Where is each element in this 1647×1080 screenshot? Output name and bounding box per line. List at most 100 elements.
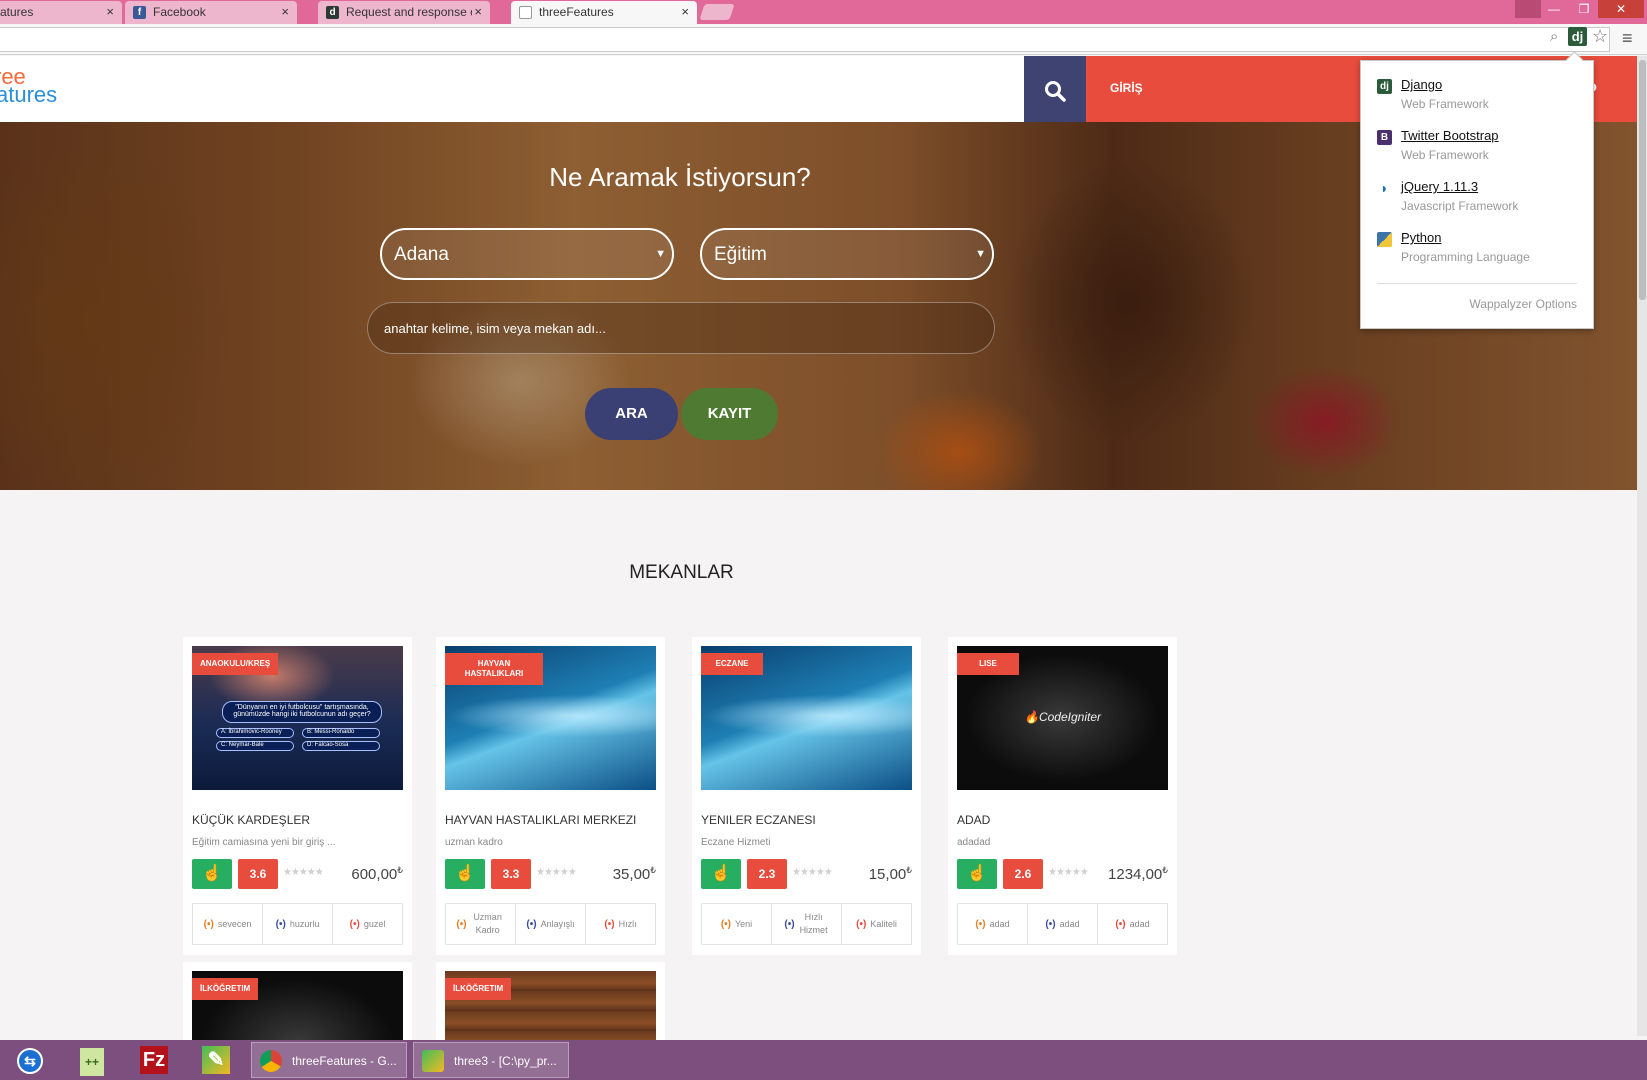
tech-name[interactable]: Python: [1401, 230, 1441, 245]
filezilla-icon[interactable]: Fz: [134, 1044, 174, 1076]
place-title[interactable]: ADAD: [957, 813, 990, 827]
site-logo[interactable]: ree atures: [0, 66, 57, 106]
place-image[interactable]: 🔥CodeIgniter LISE: [957, 646, 1168, 790]
category-tag: İLKÖĞRETIM: [445, 978, 512, 1000]
feature-item: (•) Yeni: [702, 904, 772, 944]
place-card[interactable]: "Dünyanın en iyi futbolcusu" tartışmasın…: [183, 637, 412, 955]
restore-button[interactable]: ❐: [1572, 0, 1596, 18]
place-description: uzman kadro: [445, 837, 503, 848]
feature-list: (•) adad (•) adad (•) adad: [957, 903, 1168, 945]
pycharm-icon[interactable]: ✎: [196, 1044, 236, 1076]
place-image[interactable]: İLKÖĞRETIM: [192, 971, 403, 1042]
feature-icon: (•): [203, 918, 214, 930]
taskbar-pycharm-window[interactable]: three3 - [C:\py_pr...: [413, 1042, 569, 1078]
star-rating[interactable]: ★★★★★: [536, 867, 577, 878]
place-card[interactable]: İLKÖĞRETIM: [436, 962, 665, 1042]
place-title[interactable]: YENILER ECZANESI: [701, 813, 816, 827]
place-card[interactable]: İLKÖĞRETIM: [183, 962, 412, 1042]
feature-icon: (•): [456, 918, 467, 930]
city-select[interactable]: Adana ▼: [380, 228, 674, 280]
star-rating[interactable]: ★★★★★: [1048, 867, 1089, 878]
quiz-answer: A: İbrahimovic-Rooney: [216, 728, 294, 738]
place-image[interactable]: HAYVAN HASTALIKLARI: [445, 646, 656, 790]
star-rating[interactable]: ★★★★★: [283, 867, 324, 878]
feature-list: (•) Uzman Kadro (•) Anlayışlı (•) Hızlı: [445, 903, 656, 945]
close-icon[interactable]: ×: [281, 4, 289, 19]
place-image[interactable]: "Dünyanın en iyi futbolcusu" tartışmasın…: [192, 646, 403, 790]
place-card[interactable]: HAYVAN HASTALIKLARI HAYVAN HASTALIKLARI …: [436, 637, 665, 955]
category-tag: ANAOKULU/KREŞ: [192, 653, 279, 675]
category-select-value: Eğitim: [714, 244, 767, 265]
feature-icon: (•): [275, 918, 286, 930]
feature-icon: (•): [526, 918, 537, 930]
city-select-value: Adana: [394, 244, 449, 265]
new-tab-button[interactable]: [699, 4, 735, 20]
bookmark-star-icon[interactable]: ☆: [1592, 26, 1608, 47]
header-search-button[interactable]: [1024, 56, 1086, 122]
tech-category[interactable]: Programming Language: [1401, 250, 1530, 264]
search-submit-button[interactable]: ARA: [585, 388, 678, 440]
tech-category[interactable]: Web Framework: [1401, 97, 1489, 111]
close-icon[interactable]: ×: [474, 4, 482, 19]
tech-category[interactable]: Web Framework: [1401, 148, 1489, 162]
place-title[interactable]: HAYVAN HASTALIKLARI MERKEZI: [445, 813, 636, 827]
close-icon[interactable]: ×: [681, 4, 689, 19]
feature-list: (•) sevecen (•) huzurlu (•) guzel: [192, 903, 403, 945]
feature-label: Kaliteli: [870, 918, 897, 929]
place-card[interactable]: ECZANE YENILER ECZANESI Eczane Hizmeti ☝…: [692, 637, 921, 955]
lira-icon: ₺: [1162, 865, 1168, 875]
menu-icon[interactable]: ≡: [1622, 28, 1633, 49]
python-icon: [1377, 232, 1392, 247]
wappalyzer-django-icon[interactable]: dj: [1568, 27, 1587, 46]
feature-label: Anlayışlı: [540, 918, 575, 929]
zoom-icon[interactable]: ⌕: [1550, 28, 1558, 45]
tab-label: threeFeatures: [539, 5, 614, 19]
profile-button[interactable]: [1515, 0, 1541, 18]
place-image[interactable]: İLKÖĞRETIM: [445, 971, 656, 1042]
tab-label: Facebook: [153, 5, 206, 19]
star-rating[interactable]: ★★★★★: [792, 867, 833, 878]
tab-label: atures: [0, 5, 34, 19]
place-image[interactable]: ECZANE: [701, 646, 912, 790]
feature-label: adad: [1129, 918, 1150, 929]
section-title: MEKANLAR: [629, 562, 734, 583]
browser-toolbar: ⌕ dj ☆ ≡: [0, 24, 1647, 55]
tech-name[interactable]: jQuery 1.11.3: [1401, 179, 1478, 194]
tech-category[interactable]: Javascript Framework: [1401, 199, 1518, 213]
keyword-input[interactable]: anahtar kelime, isim veya mekan adı...: [367, 302, 995, 354]
tech-name[interactable]: Twitter Bootstrap: [1401, 128, 1499, 143]
hand-pointer-icon[interactable]: ☝: [957, 859, 997, 889]
price: 1234,00₺: [1108, 865, 1168, 883]
page-icon: [519, 6, 532, 19]
tech-name[interactable]: Django: [1401, 77, 1442, 92]
browser-tab[interactable]: d Request and response obj ×: [318, 1, 490, 24]
login-link[interactable]: GİRİŞ: [1110, 81, 1143, 95]
teamviewer-icon[interactable]: ⇆: [10, 1044, 50, 1076]
place-card[interactable]: 🔥CodeIgniter LISE ADAD adadad ☝ 2.6 ★★★★…: [948, 637, 1177, 955]
wappalyzer-options-link[interactable]: Wappalyzer Options: [1469, 297, 1577, 311]
register-button[interactable]: KAYIT: [681, 388, 778, 440]
category-select[interactable]: Eğitim ▼: [700, 228, 994, 280]
price: 35,00₺: [613, 865, 656, 883]
feature-label: Yeni: [734, 918, 753, 929]
rating-badge: 3.6: [238, 859, 278, 889]
hand-pointer-icon[interactable]: ☝: [445, 859, 485, 889]
minimize-button[interactable]: —: [1542, 0, 1566, 18]
feature-item: (•) Hızlı: [586, 904, 655, 944]
hand-pointer-icon[interactable]: ☝: [701, 859, 741, 889]
scrollbar-thumb[interactable]: [1639, 60, 1646, 300]
notepad-plus-plus-icon[interactable]: ++: [72, 1044, 112, 1076]
place-title[interactable]: KÜÇÜK KARDEŞLER: [192, 813, 310, 827]
django-icon: d: [326, 6, 339, 19]
address-bar[interactable]: [0, 27, 1610, 52]
tab-active[interactable]: threeFeatures ×: [511, 1, 697, 24]
close-icon[interactable]: ×: [106, 4, 114, 19]
browser-tab[interactable]: atures ×: [0, 1, 122, 24]
feature-item: (•) adad: [1028, 904, 1098, 944]
window-close-button[interactable]: ✕: [1598, 0, 1644, 18]
browser-tab[interactable]: f Facebook ×: [125, 1, 297, 24]
wappalyzer-popup: dj Django Web Framework B Twitter Bootst…: [1360, 60, 1594, 329]
taskbar-chrome-window[interactable]: threeFeatures - G...: [251, 1042, 407, 1078]
hand-pointer-icon[interactable]: ☝: [192, 859, 232, 889]
category-tag: ECZANE: [701, 653, 763, 675]
